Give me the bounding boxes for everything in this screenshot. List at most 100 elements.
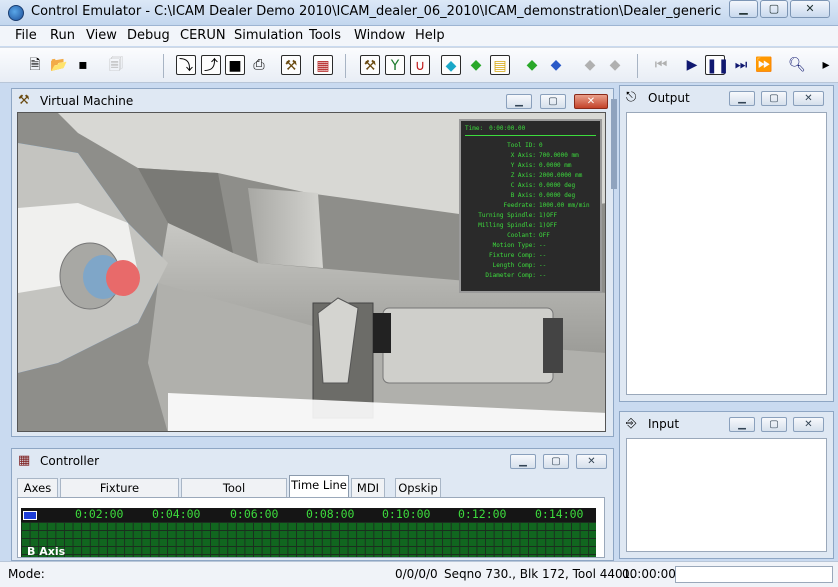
menu-window[interactable]: Window <box>354 28 405 43</box>
tool-u-icon[interactable]: ∪ <box>410 55 430 75</box>
input-panel-title: Input <box>648 417 680 431</box>
info-row: Tool ID: 0 <box>507 142 543 149</box>
info-row: B Axis: 0.0000 deg <box>510 192 576 199</box>
window-title: Control Emulator - C:\ICAM Dealer Demo 2… <box>31 4 721 19</box>
cube-green-2-icon[interactable]: ◆ <box>522 55 542 75</box>
status-sequence: Seqno 730., Blk 172, Tool 4401. <box>444 567 635 581</box>
input-close-button[interactable]: ✕ <box>793 417 824 432</box>
tab-opskip[interactable]: Opskip <box>395 478 441 497</box>
controller-icon: ▦ <box>18 453 31 468</box>
controller-close-button[interactable]: ✕ <box>576 454 607 469</box>
load-program-icon[interactable]: ⎙ <box>249 55 269 75</box>
menu-simulation[interactable]: Simulation <box>234 28 303 43</box>
info-row-time: Time: 0:00:00.00 <box>465 124 596 136</box>
magnifier-icon[interactable]: 🔍︎ <box>787 55 807 75</box>
toolbar: 🗎 📂 ▪ 🗐 ⤵ ⤴ ■ ⎙ ⚒ ▦ ⚒ Y ∪ ◆ ◆ ▤ ◆ ◆ ◆ ◆ … <box>0 47 838 83</box>
vm-minimize-button[interactable]: ▁ <box>506 94 532 109</box>
vm-panel-titlebar: ⚒ Virtual Machine ▁ ▢ ✕ <box>12 89 613 113</box>
fast-forward-icon[interactable]: ⏩ <box>754 55 774 75</box>
toolbar-separator <box>163 54 164 78</box>
controller-restore-button[interactable]: ▢ <box>543 454 569 469</box>
rewind-icon[interactable]: ⏮ <box>651 55 671 75</box>
info-row: C Axis: 0.0000 deg <box>510 182 576 189</box>
output-panel-title: Output <box>648 91 690 105</box>
output-text-area[interactable] <box>626 112 827 395</box>
vm-close-button[interactable]: ✕ <box>574 94 608 109</box>
tab-tool-compensation[interactable]: Tool Compensation <box>181 478 287 513</box>
layout-grid-icon[interactable]: ▦ <box>313 55 333 75</box>
status-progress-bar <box>675 566 833 583</box>
save-disk-icon[interactable]: ▪ <box>73 55 93 75</box>
sheets-yellow-icon[interactable]: ▤ <box>490 55 510 75</box>
info-row: Z Axis: 2000.0000 mm <box>510 172 583 179</box>
timeline-axis-label: B Axis <box>27 545 66 558</box>
input-restore-button[interactable]: ▢ <box>761 417 787 432</box>
input-panel: ⎆ Input ▁ ▢ ✕ <box>619 411 834 559</box>
tool-magnet-icon[interactable]: Y <box>385 55 405 75</box>
step-forward-icon[interactable]: ⏭ <box>731 55 751 75</box>
input-minimize-button[interactable]: ▁ <box>729 417 755 432</box>
status-bar: Mode: 0/0/0/0 Seqno 730., Blk 172, Tool … <box>0 561 838 587</box>
cube-cyan-icon[interactable]: ◆ <box>441 55 461 75</box>
timeline-mark: 0:02:00 <box>75 507 124 521</box>
info-row: Coolant: OFF <box>507 232 550 239</box>
machine-view-icon[interactable]: ⚒ <box>281 55 301 75</box>
menu-run[interactable]: Run <box>50 28 75 43</box>
title-bar: Control Emulator - C:\ICAM Dealer Demo 2… <box>0 0 838 26</box>
window-close-button[interactable]: ✕ <box>790 0 830 18</box>
controller-panel-titlebar: ▦ Controller ▁ ▢ ✕ <box>12 449 613 473</box>
input-text-area[interactable] <box>626 438 827 552</box>
controller-tabs: Axes Fixture Compensation Tool Compensat… <box>17 475 605 513</box>
info-row: Motion Type: -- <box>492 242 547 249</box>
play-icon[interactable]: ▶ <box>682 55 702 75</box>
timeline-mark: 0:14:00 <box>535 507 584 521</box>
stop-square-icon[interactable]: ■ <box>225 55 245 75</box>
info-row: X Axis: 700.0000 mm <box>510 152 579 159</box>
info-row: Milling Spindle: 1)OFF <box>478 222 558 229</box>
info-row: Length Comp: -- <box>492 262 547 269</box>
extra-icon[interactable]: ▸ <box>816 55 836 75</box>
step-out-icon[interactable]: ⤴ <box>201 55 221 75</box>
toolbar-separator <box>345 54 346 78</box>
tab-axes[interactable]: Axes <box>17 478 58 497</box>
new-file-icon[interactable]: 🗎 <box>25 55 45 75</box>
output-restore-button[interactable]: ▢ <box>761 91 787 106</box>
info-row: Fixture Comp: -- <box>489 252 547 259</box>
output-panel: ⎋ Output ▁ ▢ ✕ <box>619 85 834 402</box>
vm-machine-icon[interactable]: ⚒ <box>360 55 380 75</box>
info-row: Diameter Comp: -- <box>485 272 547 279</box>
cube-disabled-icon[interactable]: ◆ <box>580 55 600 75</box>
tab-fixture-compensation[interactable]: Fixture Compensation <box>60 478 179 513</box>
menu-bar: File Run View Debug CERUN Simulation Too… <box>0 26 838 46</box>
menu-cerun[interactable]: CERUN <box>180 28 226 43</box>
menu-debug[interactable]: Debug <box>127 28 170 43</box>
output-close-button[interactable]: ✕ <box>793 91 824 106</box>
window-minimize-button[interactable]: ▁ <box>729 0 758 18</box>
output-minimize-button[interactable]: ▁ <box>729 91 755 106</box>
status-counter: 0/0/0/0 <box>395 567 438 581</box>
mode-label: Mode: <box>8 567 45 581</box>
menu-file[interactable]: File <box>15 28 37 43</box>
input-icon: ⎆ <box>626 416 637 431</box>
timeline-mark: 0:04:00 <box>152 507 201 521</box>
step-into-icon[interactable]: ⤵ <box>176 55 196 75</box>
menu-tools[interactable]: Tools <box>309 28 341 43</box>
open-folder-icon[interactable]: 📂 <box>49 55 69 75</box>
timeline-view[interactable]: 0:02:00 0:04:00 0:06:00 0:08:00 0:10:00 … <box>17 497 605 558</box>
info-row: Turning Spindle: 1)OFF <box>478 212 558 219</box>
cube-disabled-2-icon[interactable]: ◆ <box>605 55 625 75</box>
pause-icon[interactable]: ❚❚ <box>705 55 729 75</box>
cube-blue-icon[interactable]: ◆ <box>546 55 566 75</box>
window-maximize-button[interactable]: ▢ <box>760 0 788 18</box>
menu-help[interactable]: Help <box>415 28 445 43</box>
menu-view[interactable]: View <box>86 28 117 43</box>
timeline-cursor[interactable] <box>23 511 37 520</box>
tab-mdi[interactable]: MDI <box>351 478 385 497</box>
timeline-mark: 0:10:00 <box>382 507 431 521</box>
timeline-mark: 0:12:00 <box>458 507 507 521</box>
cube-green-icon[interactable]: ◆ <box>466 55 486 75</box>
controller-minimize-button[interactable]: ▁ <box>510 454 536 469</box>
print-preview-icon[interactable]: 🗐 <box>106 55 126 75</box>
tab-time-line[interactable]: Time Line <box>289 475 349 497</box>
vm-restore-button[interactable]: ▢ <box>540 94 566 109</box>
